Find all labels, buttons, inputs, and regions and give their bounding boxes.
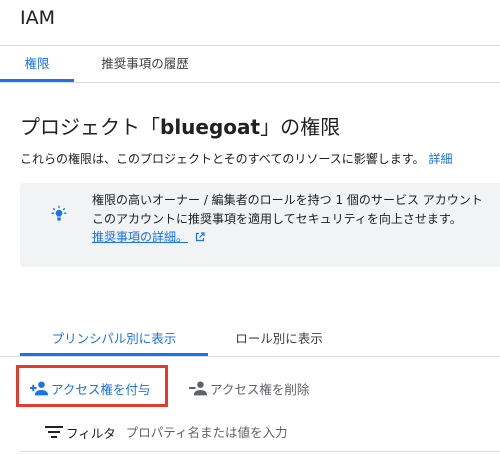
- person-add-icon: [30, 381, 48, 396]
- page-title-prefix: プロジェクト「: [20, 115, 160, 139]
- filter-label: フィルタ: [66, 425, 116, 441]
- grant-access-button[interactable]: アクセス権を付与: [21, 372, 165, 404]
- recommendation-details-link[interactable]: 推奨事項の詳細。: [92, 228, 206, 247]
- tab-view-by-roles[interactable]: ロール別に表示: [208, 322, 350, 356]
- lightbulb-icon: [51, 205, 67, 221]
- top-tabs: 権限 推奨事項の履歴: [0, 46, 500, 82]
- page-title: プロジェクト「bluegoat」の権限: [20, 111, 340, 140]
- filter-divider: [20, 451, 500, 452]
- grant-access-label: アクセス権を付与: [51, 381, 151, 397]
- open-in-new-icon: [195, 232, 205, 242]
- tab-recommendation-history[interactable]: 推奨事項の履歴: [74, 46, 216, 82]
- recommendation-text: 権限の高いオーナー / 編集者のロールを持つ 1 個のサービス アカウント この…: [92, 191, 500, 247]
- project-name: bluegoat: [160, 115, 261, 139]
- iam-page: IAM 権限 推奨事項の履歴 プロジェクト「bluegoat」の権限 これらの権…: [0, 0, 500, 454]
- tab-permissions[interactable]: 権限: [0, 46, 74, 82]
- recommendation-line-1: 権限の高いオーナー / 編集者のロールを持つ 1 個のサービス アカウント: [92, 193, 483, 207]
- remove-access-label: アクセス権を削除: [210, 381, 310, 397]
- filter-bar: フィルタ: [20, 418, 500, 446]
- page-description: これらの権限は、このプロジェクトとそのすべてのリソースに影響します。 詳細: [20, 150, 453, 167]
- remove-access-button[interactable]: アクセス権を削除: [188, 372, 309, 404]
- view-tabs-divider: [0, 356, 500, 357]
- page-description-text: これらの権限は、このプロジェクトとそのすべてのリソースに影響します。: [20, 152, 425, 166]
- recommendation-details-label: 推奨事項の詳細。: [92, 230, 189, 244]
- tab-view-by-principals[interactable]: プリンシパル別に表示: [20, 322, 208, 356]
- recommendation-card: 権限の高いオーナー / 編集者のロールを持つ 1 個のサービス アカウント この…: [20, 183, 500, 267]
- filter-list-icon: [45, 426, 63, 438]
- app-title: IAM: [20, 7, 55, 29]
- person-remove-icon: [189, 381, 207, 396]
- filter-input[interactable]: [125, 424, 426, 440]
- page-title-suffix: 」の権限: [260, 115, 341, 139]
- learn-more-link[interactable]: 詳細: [429, 152, 453, 166]
- recommendation-line-2: このアカウントに推奨事項を適用してセキュリティを向上させます。: [92, 211, 462, 226]
- tabs-divider: [0, 82, 500, 83]
